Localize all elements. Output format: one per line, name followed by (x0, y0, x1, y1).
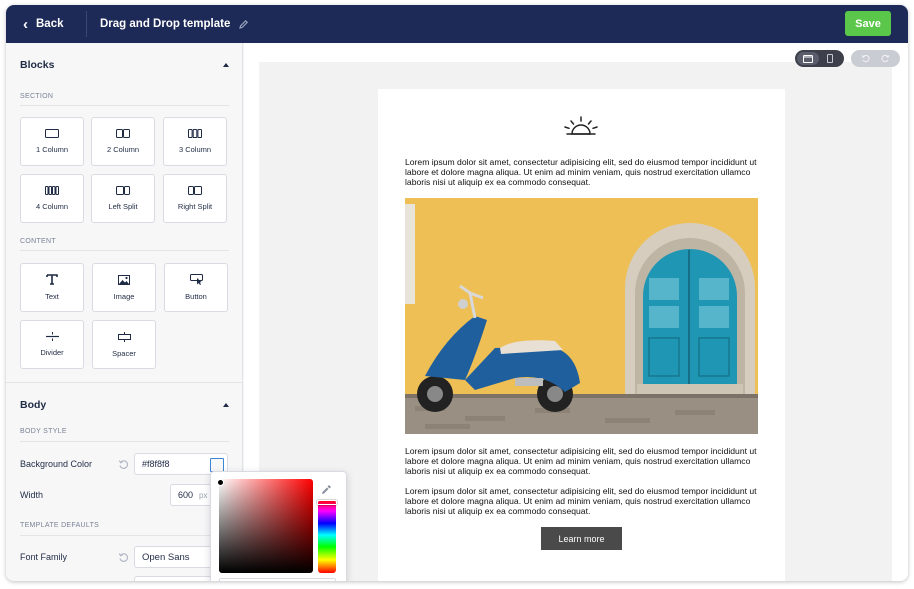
collapse-caret-icon[interactable] (223, 63, 229, 67)
email-body: Lorem ipsum dolor sit amet, consectetur … (378, 89, 785, 581)
template-defaults-rule (20, 535, 229, 536)
color-picker (210, 471, 347, 581)
blocks-panel-header[interactable]: Blocks (20, 59, 229, 71)
content-tile-label: Image (113, 291, 135, 301)
body-panel-header[interactable]: Body (20, 399, 229, 411)
spacer-icon (117, 331, 131, 342)
reset-icon[interactable] (118, 550, 129, 568)
back-label: Back (36, 18, 64, 30)
mobile-view-button[interactable] (819, 52, 841, 65)
content-rule (20, 250, 229, 251)
editor-window: ‹ Back Drag and Drop template Save Block… (6, 5, 908, 581)
collapse-caret-icon[interactable] (223, 403, 229, 407)
right-split-icon (188, 186, 202, 195)
block-tile-2-column[interactable]: 2 Column (91, 117, 155, 166)
preview-mode-toggle[interactable] (795, 50, 844, 67)
blocks-heading: Blocks (20, 59, 55, 71)
email-paragraph[interactable]: Lorem ipsum dolor sit amet, consectetur … (405, 446, 760, 477)
desktop-view-button[interactable] (797, 52, 819, 65)
content-tile-image[interactable]: Image (92, 263, 156, 312)
history-controls (851, 50, 900, 67)
block-tile-label: Right Split (177, 202, 213, 211)
content-tile-label: Button (185, 292, 207, 301)
top-bar: ‹ Back Drag and Drop template Save (6, 5, 908, 43)
content-tile-divider[interactable]: Divider (20, 320, 84, 369)
width-unit: px (199, 490, 208, 500)
content-tile-label: Divider (40, 348, 64, 357)
pencil-icon[interactable] (238, 19, 249, 30)
back-button[interactable]: ‹ Back (6, 5, 86, 43)
sunrise-logo-icon (564, 116, 598, 135)
block-tile-label: Left Split (108, 202, 138, 211)
saturation-value-area[interactable] (217, 479, 313, 573)
body-style-rule (20, 441, 229, 442)
hue-slider-handle[interactable] (317, 500, 337, 505)
topbar-divider (86, 11, 87, 37)
width-value: 600 (178, 490, 194, 500)
block-tile-1-column[interactable]: 1 Column (20, 117, 84, 166)
width-label: Width (20, 490, 44, 500)
body-style-label: BODY STYLE (20, 428, 67, 435)
four-column-icon (45, 186, 59, 195)
panel-divider (6, 382, 242, 383)
email-paragraph[interactable]: Lorem ipsum dolor sit amet, consectetur … (405, 486, 760, 517)
hue-slider[interactable] (317, 500, 337, 573)
two-column-icon (116, 129, 130, 138)
email-hero-image[interactable] (405, 198, 758, 434)
content-label: CONTENT (20, 238, 56, 245)
reset-icon[interactable] (118, 457, 129, 475)
block-tile-right-split[interactable]: Right Split (163, 174, 227, 223)
block-tile-label: 1 Column (35, 145, 69, 154)
one-column-icon (45, 129, 59, 138)
left-split-icon (116, 186, 130, 195)
template-defaults-label: TEMPLATE DEFAULTS (20, 522, 100, 529)
font-family-label: Font Family (20, 552, 68, 562)
block-tile-label: 4 Column (35, 202, 69, 211)
content-tile-spacer[interactable]: Spacer (92, 320, 156, 369)
button-icon (189, 274, 203, 285)
block-tile-label: 2 Column (106, 145, 140, 154)
block-tile-left-split[interactable]: Left Split (91, 174, 155, 223)
block-tile-label: 3 Column (178, 145, 212, 154)
sidebar: Blocks SECTION 1 Column 2 Column 3 Colum… (6, 43, 243, 581)
chevron-left-icon: ‹ (23, 15, 28, 33)
save-button[interactable]: Save (845, 11, 891, 36)
block-tile-4-column[interactable]: 4 Column (20, 174, 84, 223)
background-color-swatch[interactable] (210, 458, 224, 472)
section-label: SECTION (20, 93, 54, 100)
body-heading: Body (20, 399, 47, 411)
email-paragraph[interactable]: Lorem ipsum dolor sit amet, consectetur … (405, 157, 760, 188)
content-tile-label: Text (45, 292, 59, 301)
learn-more-button[interactable]: Learn more (541, 527, 622, 550)
undo-icon[interactable] (861, 50, 870, 68)
color-picker-handle[interactable] (217, 479, 224, 486)
desktop-icon (803, 54, 813, 63)
redo-icon[interactable] (881, 50, 890, 68)
text-icon (46, 274, 58, 285)
eyedropper-icon[interactable] (321, 482, 332, 500)
image-icon (118, 274, 130, 285)
block-tile-3-column[interactable]: 3 Column (163, 117, 227, 166)
content-tile-label: Spacer (112, 348, 136, 358)
content-tile-button[interactable]: Button (164, 263, 228, 312)
scooter-photo (405, 198, 758, 434)
hex-input[interactable] (219, 578, 336, 581)
three-column-icon (188, 129, 202, 138)
mobile-icon (827, 54, 833, 63)
background-color-label: Background Color (20, 459, 93, 469)
divider-icon (45, 332, 59, 341)
template-title: Drag and Drop template (100, 18, 231, 30)
section-rule (20, 105, 229, 106)
content-tile-text[interactable]: Text (20, 263, 84, 312)
